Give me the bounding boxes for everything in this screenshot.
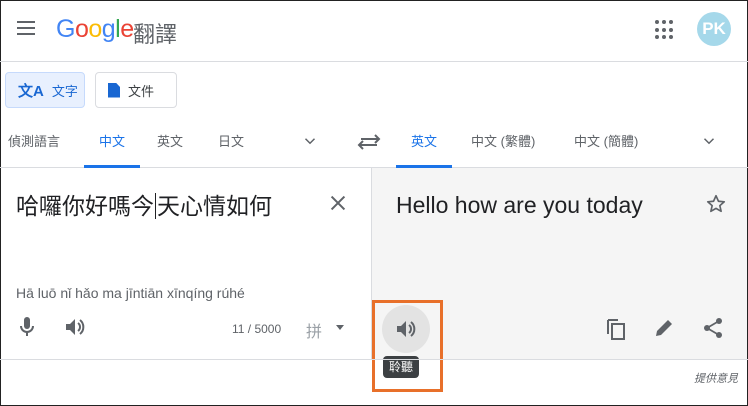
mic-icon[interactable]	[17, 316, 37, 338]
google-logo[interactable]: Google	[56, 15, 134, 44]
tab-target-chinese-traditional[interactable]: 中文 (繁體)	[471, 118, 535, 168]
copy-icon[interactable]	[605, 317, 627, 341]
input-tools-icon[interactable]: 拼	[306, 318, 322, 342]
source-text-after-cursor: 天心情如何	[157, 193, 272, 219]
chevron-down-icon[interactable]	[336, 325, 344, 330]
tab-target-english[interactable]: 英文	[396, 118, 452, 168]
chevron-down-icon[interactable]	[301, 132, 319, 150]
top-bar: Google 翻譯 PK	[0, 0, 748, 62]
romanization: Hā luō nǐ hǎo ma jīntiān xīnqíng rúhé	[16, 285, 245, 301]
document-mode-button[interactable]: 文件	[95, 72, 177, 108]
close-icon[interactable]	[327, 192, 349, 214]
document-icon	[108, 82, 120, 98]
text-mode-label: 文字	[51, 83, 78, 99]
chevron-down-icon[interactable]	[700, 132, 718, 150]
swap-icon[interactable]	[357, 131, 381, 153]
edit-icon[interactable]	[653, 317, 675, 339]
speaker-icon[interactable]	[64, 317, 86, 337]
tab-target-chinese-simplified[interactable]: 中文 (簡體)	[574, 118, 638, 168]
tab-detect-language[interactable]: 偵測語言	[8, 118, 60, 168]
character-count: 11 / 5000	[232, 322, 282, 336]
apps-icon[interactable]	[655, 20, 675, 40]
document-mode-label: 文件	[128, 83, 155, 99]
avatar[interactable]: PK	[697, 12, 731, 46]
text-mode-button[interactable]: 文A 文字	[5, 72, 85, 108]
translate-text-icon: 文A	[18, 82, 44, 100]
tab-source-japanese[interactable]: 日文	[218, 118, 244, 168]
source-input[interactable]: 哈囉你好嗎今 天心情如何	[16, 187, 272, 221]
text-cursor	[155, 193, 156, 219]
annotation-highlight-box	[372, 300, 443, 392]
star-icon[interactable]	[705, 193, 727, 215]
source-panel: 哈囉你好嗎今 天心情如何 Hā luō nǐ hǎo ma jīntiān xīn…	[0, 168, 371, 359]
send-feedback-link[interactable]: 提供意見	[694, 370, 738, 386]
translation-output: Hello how are you today	[396, 192, 643, 218]
menu-icon[interactable]	[17, 21, 39, 39]
panel-divider	[0, 359, 748, 360]
product-name: 翻譯	[133, 22, 178, 47]
source-text-before-cursor: 哈囉你好嗎今	[16, 193, 154, 219]
tab-source-chinese[interactable]: 中文	[84, 118, 140, 168]
tab-source-english[interactable]: 英文	[157, 118, 183, 168]
share-icon[interactable]	[702, 317, 724, 339]
language-bar: 偵測語言 中文 英文 日文 英文 中文 (繁體) 中文 (簡體)	[0, 118, 748, 168]
